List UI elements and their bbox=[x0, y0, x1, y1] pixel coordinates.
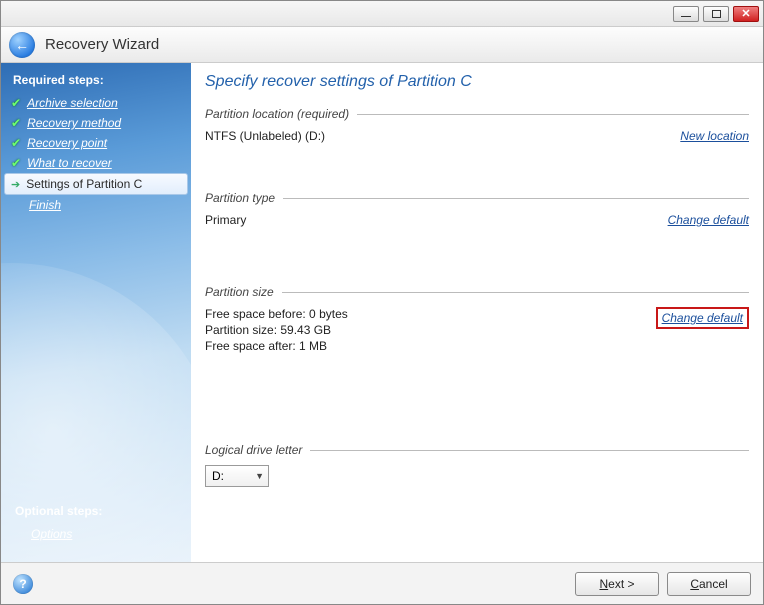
divider bbox=[310, 450, 749, 451]
step-label: Finish bbox=[29, 198, 61, 212]
step-archive-selection[interactable]: ✔ Archive selection bbox=[1, 93, 191, 113]
current-arrow-icon: ➔ bbox=[11, 178, 20, 191]
close-icon: ✕ bbox=[741, 7, 750, 20]
wizard-title: Recovery Wizard bbox=[45, 36, 159, 53]
required-steps-title: Required steps: bbox=[1, 69, 191, 93]
group-partition-size: Partition size Free space before: 0 byte… bbox=[205, 285, 749, 355]
check-icon: ✔ bbox=[11, 156, 21, 170]
back-button[interactable]: ← bbox=[9, 32, 35, 58]
optional-steps-block: Optional steps: Options bbox=[1, 500, 191, 544]
group-partition-location: Partition location (required) NTFS (Unla… bbox=[205, 107, 749, 143]
close-button[interactable]: ✕ bbox=[733, 6, 759, 22]
step-label: Recovery method bbox=[27, 116, 121, 130]
divider bbox=[282, 292, 749, 293]
minimize-button[interactable] bbox=[673, 6, 699, 22]
titlebar: ✕ bbox=[1, 1, 763, 27]
divider bbox=[357, 114, 749, 115]
group-label: Partition type bbox=[205, 191, 275, 205]
step-label: What to recover bbox=[27, 156, 112, 170]
free-space-after: Free space after: 1 MB bbox=[205, 339, 348, 353]
partition-size-values: Free space before: 0 bytes Partition siz… bbox=[205, 307, 348, 355]
main-panel: Specify recover settings of Partition C … bbox=[191, 63, 763, 562]
optional-label: Options bbox=[31, 527, 72, 541]
change-default-type-link[interactable]: Change default bbox=[668, 213, 749, 227]
partition-location-value: NTFS (Unlabeled) (D:) bbox=[205, 129, 325, 143]
partition-type-value: Primary bbox=[205, 213, 246, 227]
group-label: Logical drive letter bbox=[205, 443, 302, 457]
optional-steps-title: Optional steps: bbox=[13, 500, 179, 524]
change-default-size-highlight: Change default bbox=[656, 307, 749, 329]
drive-letter-select[interactable]: D: ▼ bbox=[205, 465, 269, 487]
free-space-before: Free space before: 0 bytes bbox=[205, 307, 348, 321]
divider bbox=[283, 198, 749, 199]
check-icon: ✔ bbox=[11, 96, 21, 110]
step-label: Settings of Partition C bbox=[26, 177, 142, 191]
check-icon: ✔ bbox=[11, 136, 21, 150]
back-arrow-icon: ← bbox=[15, 38, 29, 52]
step-recovery-method[interactable]: ✔ Recovery method bbox=[1, 113, 191, 133]
help-icon: ? bbox=[19, 577, 26, 591]
recovery-wizard-window: ✕ ← Recovery Wizard Required steps: ✔ Ar… bbox=[0, 0, 764, 605]
partition-size: Partition size: 59.43 GB bbox=[205, 323, 348, 337]
wizard-footer: ? Next > Cancel bbox=[1, 562, 763, 604]
sidebar: Required steps: ✔ Archive selection ✔ Re… bbox=[1, 63, 191, 562]
step-settings-partition-c[interactable]: ➔ Settings of Partition C bbox=[4, 173, 188, 195]
next-button[interactable]: Next > bbox=[575, 572, 659, 596]
group-partition-type: Partition type Primary Change default bbox=[205, 191, 749, 227]
step-recovery-point[interactable]: ✔ Recovery point bbox=[1, 133, 191, 153]
help-button[interactable]: ? bbox=[13, 574, 33, 594]
step-label: Archive selection bbox=[27, 96, 118, 110]
page-title: Specify recover settings of Partition C bbox=[205, 73, 749, 91]
new-location-link[interactable]: New location bbox=[680, 129, 749, 143]
drive-letter-value: D: bbox=[212, 469, 224, 483]
change-default-size-link[interactable]: Change default bbox=[662, 311, 743, 325]
group-drive-letter: Logical drive letter D: ▼ bbox=[205, 443, 749, 487]
group-label: Partition size bbox=[205, 285, 274, 299]
step-label: Recovery point bbox=[27, 136, 107, 150]
group-label: Partition location (required) bbox=[205, 107, 349, 121]
step-finish[interactable]: Finish bbox=[1, 195, 191, 215]
maximize-button[interactable] bbox=[703, 6, 729, 22]
optional-options[interactable]: Options bbox=[13, 524, 179, 544]
check-icon: ✔ bbox=[11, 116, 21, 130]
wizard-body: Required steps: ✔ Archive selection ✔ Re… bbox=[1, 63, 763, 562]
chevron-down-icon: ▼ bbox=[255, 471, 264, 481]
cancel-button[interactable]: Cancel bbox=[667, 572, 751, 596]
wizard-header: ← Recovery Wizard bbox=[1, 27, 763, 63]
step-what-to-recover[interactable]: ✔ What to recover bbox=[1, 153, 191, 173]
